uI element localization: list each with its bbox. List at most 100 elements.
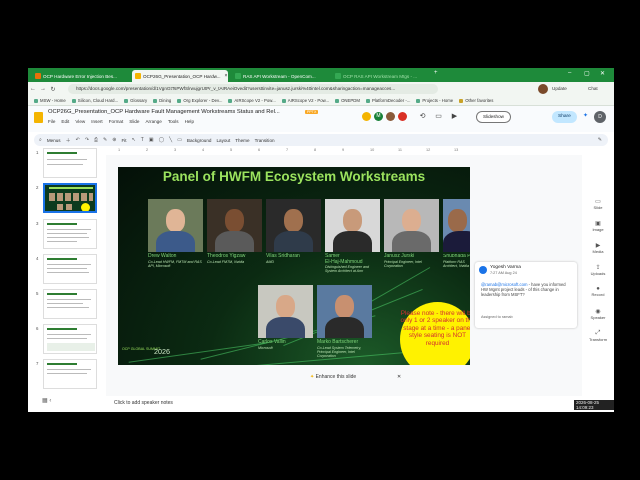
side-uploads-button[interactable]: ⇪ Uploads	[584, 264, 612, 276]
slide-thumbnail[interactable]	[43, 148, 97, 178]
url-field[interactable]: https://docs.google.com/presentation/d/1…	[68, 84, 438, 94]
speaker-notes-field[interactable]: Click to add speaker notes	[114, 400, 173, 406]
slides-logo-icon[interactable]	[34, 112, 43, 123]
bookmark-item[interactable]: MSW - Home	[34, 98, 66, 103]
redo-icon[interactable]: ↷	[85, 137, 89, 143]
comment-icon[interactable]: ▭	[434, 112, 443, 121]
zoom-select[interactable]: Fit	[121, 138, 126, 143]
back-icon[interactable]: ←	[28, 86, 38, 92]
panelist-card[interactable]: Janusz Jurski Principal Engineer, Intel …	[384, 199, 439, 268]
search-icon[interactable]: ⌕	[39, 137, 42, 143]
minimize-icon[interactable]: –	[568, 70, 571, 76]
menu-view[interactable]: View	[75, 119, 85, 124]
slide-title[interactable]: Panel of HWFM Ecosystem Workstreams	[118, 169, 470, 184]
menu-tools[interactable]: Tools	[168, 119, 179, 124]
background-button[interactable]: Background	[187, 138, 212, 143]
chat-button[interactable]: Chat	[588, 84, 598, 94]
edit-mode-icon[interactable]: ✎	[598, 137, 602, 143]
print-icon[interactable]: ⎙	[94, 137, 98, 143]
view-toggle[interactable]: ▦ ‹	[42, 397, 51, 404]
slide-thumbnail[interactable]	[43, 219, 97, 249]
close-window-icon[interactable]: ✕	[600, 70, 605, 77]
panelist-card[interactable]: Drew Walton Co-Lead HWFM, FMTM and RAS A…	[148, 199, 203, 268]
bookmark-item[interactable]: AIRScope V2 - Pow...	[228, 98, 276, 103]
slideshow-button[interactable]: Slideshow	[476, 111, 511, 123]
transition-button[interactable]: Transition	[255, 138, 275, 143]
bookmark-item[interactable]: Projects - Home	[416, 98, 453, 103]
image-icon[interactable]: ▣	[149, 137, 154, 143]
side-record-button[interactable]: ● Record	[584, 286, 612, 297]
slide-thumbnail[interactable]	[43, 359, 97, 389]
bookmark-item[interactable]: Glossary	[124, 98, 147, 103]
menu-slide[interactable]: Slide	[129, 119, 139, 124]
collaborator-avatar-photo[interactable]	[398, 112, 407, 121]
close-icon[interactable]: ✕	[397, 374, 401, 380]
collaborator-avatar-photo[interactable]	[386, 112, 395, 121]
reload-icon[interactable]: ↻	[48, 86, 58, 93]
paint-format-icon[interactable]: ✎	[103, 137, 107, 143]
slide-thumbnail-selected[interactable]	[43, 183, 97, 213]
forward-icon[interactable]: →	[38, 86, 48, 92]
menu-insert[interactable]: Insert	[91, 119, 103, 124]
menu-format[interactable]: Format	[109, 119, 124, 124]
menus-button[interactable]: Menus	[47, 138, 61, 143]
document-title[interactable]: OCP26G_Presentation_OCP Hardware Fault M…	[48, 109, 280, 115]
shape-icon[interactable]: ◯	[159, 137, 165, 143]
slide-thumbnail[interactable]	[43, 289, 97, 319]
select-icon[interactable]: ↖	[132, 137, 136, 143]
theme-button[interactable]: Theme	[235, 138, 249, 143]
collaborator-avatar[interactable]: M	[374, 112, 383, 121]
history-icon[interactable]: ⟲	[418, 112, 427, 121]
zoom-icon[interactable]: ⊕	[112, 137, 116, 143]
side-slide-button[interactable]: ▭ Slide	[584, 198, 612, 210]
undo-icon[interactable]: ↶	[76, 137, 80, 143]
side-speaker-button[interactable]: ◉ Speaker	[584, 308, 612, 320]
comment-card[interactable]: Yogesh Varma 7:27 AM Aug 24 @ramab@micro…	[475, 262, 577, 328]
add-slide-icon[interactable]: ＋	[66, 137, 71, 144]
panelist-card[interactable]: Vilas Sridharan AMD	[266, 199, 321, 264]
browser-tab-3[interactable]: RAS API Workstream - OpenCom...	[232, 70, 328, 82]
panelist-card[interactable]: Samer El-Haj-Mahmoud Distinguished Engin…	[325, 199, 380, 274]
panelist-card[interactable]: Shubhada Pugaonkar Platform RAS Architec…	[443, 199, 470, 268]
line-icon[interactable]: ╲	[169, 137, 172, 143]
grid-view-icon[interactable]: ▦	[42, 398, 48, 404]
panelist-card[interactable]: Theodros Yigzaw Co-Lead FMTM, Nvidia	[207, 199, 262, 264]
user-avatar[interactable]: D	[594, 111, 606, 123]
side-transform-button[interactable]: ⤢ Transform	[584, 330, 612, 342]
browser-tab-2[interactable]: OCP26G_Presentation_OCP Hardw... ×	[132, 70, 228, 82]
textbox-icon[interactable]: T	[141, 137, 144, 143]
slide-thumbnail[interactable]	[43, 254, 97, 284]
layout-button[interactable]: Layout	[216, 138, 230, 143]
bookmark-item[interactable]: PlatformDecoder -...	[365, 98, 410, 103]
browser-tab-1[interactable]: OCP Hardware Error Injection Bes...	[32, 70, 128, 82]
bookmark-item[interactable]: Dining	[153, 98, 171, 103]
current-slide[interactable]: Panel of HWFM Ecosystem Workstreams Drew…	[118, 167, 470, 365]
browser-tab-4[interactable]: OCP RAS API Workstream Mtgs - ...	[332, 70, 428, 82]
new-tab-button[interactable]: +	[434, 70, 438, 76]
collaborator-icon[interactable]	[362, 112, 371, 121]
panelist-card[interactable]: Carlos Vallin Microsoft	[258, 285, 313, 350]
side-media-button[interactable]: ▶ Media	[584, 242, 612, 254]
video-call-icon[interactable]: ▶	[450, 112, 459, 121]
bookmark-item[interactable]: AIRScope V2 - Pow...	[281, 98, 329, 103]
menu-edit[interactable]: Edit	[61, 119, 69, 124]
close-tab-icon[interactable]: ×	[225, 73, 228, 79]
slide-thumbnail[interactable]	[43, 324, 97, 354]
panelist-card[interactable]: Marko Bartscherer Co-Lead System Telemet…	[317, 285, 372, 358]
speaker-note-callout[interactable]: Please note - there will be only 1 or 2 …	[400, 302, 470, 365]
update-button[interactable]: Update	[552, 84, 567, 94]
menu-help[interactable]: Help	[185, 119, 194, 124]
bookmark-item[interactable]: Other favorites	[459, 98, 493, 103]
insert-comment-icon[interactable]: ▭	[177, 137, 182, 143]
collapse-icon[interactable]: ‹	[49, 398, 51, 404]
menu-arrange[interactable]: Arrange	[145, 119, 161, 124]
bookmark-item[interactable]: Org Explorer - Dev...	[177, 98, 222, 103]
bookmark-item[interactable]: ONEPDM	[335, 98, 360, 103]
profile-avatar[interactable]	[538, 84, 548, 94]
gemini-icon[interactable]: ✦	[581, 112, 590, 121]
maximize-icon[interactable]: ▢	[584, 70, 590, 77]
enhance-slide-button[interactable]: ✦ Enhance this slide	[310, 374, 356, 380]
side-image-button[interactable]: ▣ Image	[584, 220, 612, 232]
bookmark-item[interactable]: Silicon, Cloud Hard...	[71, 98, 118, 103]
menu-file[interactable]: File	[48, 119, 55, 124]
